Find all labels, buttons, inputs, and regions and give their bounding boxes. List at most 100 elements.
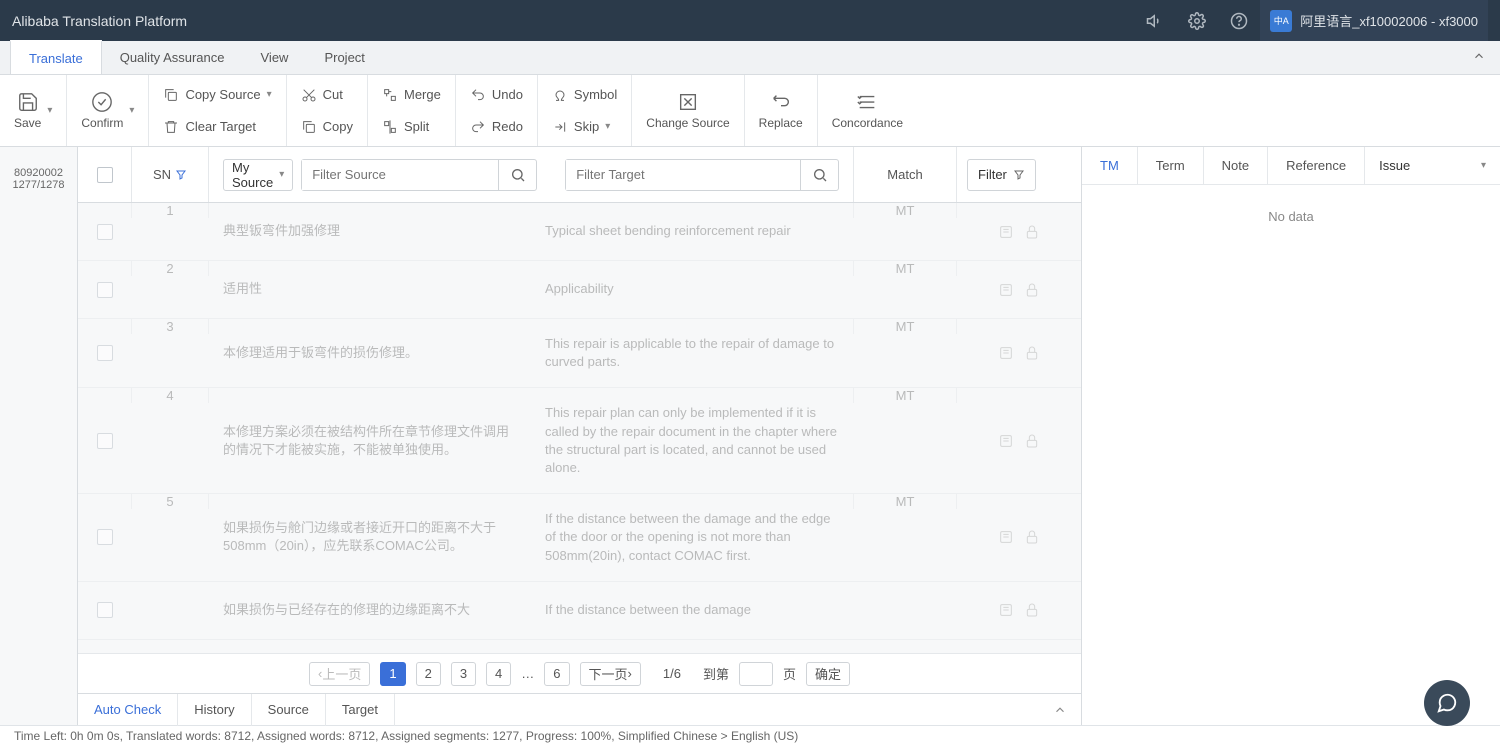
replace-button[interactable]: Replace <box>745 75 818 146</box>
next-page-button[interactable]: 下一页 › <box>580 662 641 686</box>
table-row[interactable]: 如果损伤与已经存在的修理的边缘距离不大 If the distance betw… <box>78 582 1081 640</box>
row-target[interactable]: If the distance between the damage <box>531 582 853 639</box>
search-source-button[interactable] <box>498 160 536 190</box>
row-checkbox[interactable] <box>97 282 113 298</box>
row-checkbox[interactable] <box>97 433 113 449</box>
user-menu[interactable]: 中A 阿里语言_xf10002006 - xf3000 <box>1260 0 1488 41</box>
page-3-button[interactable]: 3 <box>451 662 476 686</box>
concordance-button[interactable]: Concordance <box>818 75 917 146</box>
row-checkbox[interactable] <box>97 224 113 240</box>
tab-target[interactable]: Target <box>326 694 395 726</box>
tab-auto-check[interactable]: Auto Check <box>78 694 178 726</box>
lock-icon[interactable] <box>1024 345 1040 361</box>
note-icon[interactable] <box>998 282 1014 298</box>
source-mode-select[interactable]: My Source▾ <box>223 159 293 191</box>
row-source[interactable]: 本修理适用于钣弯件的损伤修理。 <box>209 319 531 387</box>
menu-project[interactable]: Project <box>306 41 382 75</box>
tab-term[interactable]: Term <box>1138 147 1204 185</box>
lock-icon[interactable] <box>1024 224 1040 240</box>
collapse-bottom-icon[interactable] <box>1053 703 1067 717</box>
chat-fab[interactable] <box>1424 680 1470 726</box>
menu-qa[interactable]: Quality Assurance <box>102 41 243 75</box>
row-source[interactable]: 如果损伤与舱门边缘或者接近开口的距离不大于508mm（20in），应先联系COM… <box>209 494 531 581</box>
row-target[interactable]: If the distance between the damage and t… <box>531 494 853 581</box>
confirm-button[interactable]: Confirm <box>81 91 123 130</box>
lock-icon[interactable] <box>1024 529 1040 545</box>
symbol-button[interactable]: Symbol <box>548 81 621 109</box>
page-last-button[interactable]: 6 <box>544 662 569 686</box>
save-button[interactable]: Save <box>14 91 41 130</box>
copy-source-button[interactable]: Copy Source▾ <box>159 81 275 109</box>
page-2-button[interactable]: 2 <box>416 662 441 686</box>
help-icon[interactable] <box>1218 0 1260 41</box>
save-dropdown-icon[interactable]: ▾ <box>47 105 52 116</box>
row-target[interactable]: Typical sheet bending reinforcement repa… <box>531 203 853 260</box>
page-1-button[interactable]: 1 <box>380 662 405 686</box>
row-source[interactable]: 本修理方案必须在被结构件所在章节修理文件调用的情况下才能被实施，不能被单独使用。 <box>209 388 531 493</box>
table-row[interactable]: 2 适用性 Applicability MT <box>78 261 1081 319</box>
lock-icon[interactable] <box>1024 282 1040 298</box>
note-icon[interactable] <box>998 602 1014 618</box>
sound-icon[interactable] <box>1134 0 1176 41</box>
skip-button[interactable]: Skip▾ <box>548 113 621 141</box>
confirm-dropdown-icon[interactable]: ▾ <box>129 105 134 116</box>
note-icon[interactable] <box>998 224 1014 240</box>
status-text: Time Left: 0h 0m 0s, Translated words: 8… <box>14 729 798 743</box>
copy-button[interactable]: Copy <box>297 113 357 141</box>
tab-tm[interactable]: TM <box>1082 147 1138 185</box>
page-ellipsis: … <box>521 666 534 681</box>
redo-button[interactable]: Redo <box>466 113 527 141</box>
table-row[interactable]: 3 本修理适用于钣弯件的损伤修理。 This repair is applica… <box>78 319 1081 388</box>
row-source[interactable]: 适用性 <box>209 261 531 318</box>
row-source[interactable]: 如果损伤与已经存在的修理的边缘距离不大 <box>209 582 531 639</box>
note-icon[interactable] <box>998 529 1014 545</box>
pagination: ‹ 上一页 1 2 3 4 … 6 下一页 › 1/6 到第 页 确定 <box>78 653 1081 693</box>
page-4-button[interactable]: 4 <box>486 662 511 686</box>
select-all-checkbox[interactable] <box>97 167 113 183</box>
tab-history[interactable]: History <box>178 694 251 726</box>
prev-page-button[interactable]: ‹ 上一页 <box>309 662 370 686</box>
row-target[interactable]: Applicability <box>531 261 853 318</box>
tool-group-symbol: Symbol Skip▾ <box>538 75 632 146</box>
table-row[interactable]: 4 本修理方案必须在被结构件所在章节修理文件调用的情况下才能被实施，不能被单独使… <box>78 388 1081 494</box>
collapse-ribbon-icon[interactable] <box>1472 49 1486 63</box>
undo-button[interactable]: Undo <box>466 81 527 109</box>
settings-icon[interactable] <box>1176 0 1218 41</box>
no-data-label: No data <box>1268 209 1314 224</box>
user-badge-icon: 中A <box>1270 10 1292 32</box>
filter-source-input[interactable] <box>302 160 498 190</box>
page-input[interactable] <box>739 662 773 686</box>
col-sn-header[interactable]: SN <box>131 147 209 202</box>
row-checkbox[interactable] <box>97 529 113 545</box>
menu-view[interactable]: View <box>243 41 307 75</box>
table-row[interactable]: 1 典型钣弯件加强修理 Typical sheet bending reinfo… <box>78 203 1081 261</box>
tab-note[interactable]: Note <box>1204 147 1268 185</box>
row-target[interactable]: This repair is applicable to the repair … <box>531 319 853 387</box>
merge-button[interactable]: Merge <box>378 81 445 109</box>
tab-source[interactable]: Source <box>252 694 326 726</box>
row-target[interactable]: This repair plan can only be implemented… <box>531 388 853 493</box>
go-page-button[interactable]: 确定 <box>806 662 850 686</box>
search-target-button[interactable] <box>800 160 838 190</box>
menu-translate[interactable]: Translate <box>10 40 102 74</box>
filter-target-input[interactable] <box>566 160 800 190</box>
tab-reference[interactable]: Reference <box>1268 147 1365 185</box>
tab-issue[interactable]: Issue▾ <box>1365 158 1500 173</box>
doc-counts: 1277/1278 <box>0 179 77 191</box>
filter-button[interactable]: Filter <box>967 159 1036 191</box>
workspace: 80920002 1277/1278 SN My Source▾ Match <box>0 147 1500 725</box>
change-source-button[interactable]: Change Source <box>632 75 744 146</box>
split-button[interactable]: Split <box>378 113 445 141</box>
cut-button[interactable]: Cut <box>297 81 357 109</box>
row-source[interactable]: 典型钣弯件加强修理 <box>209 203 531 260</box>
note-icon[interactable] <box>998 345 1014 361</box>
row-checkbox[interactable] <box>97 602 113 618</box>
note-icon[interactable] <box>998 433 1014 449</box>
lock-icon[interactable] <box>1024 433 1040 449</box>
grid-body[interactable]: 1 典型钣弯件加强修理 Typical sheet bending reinfo… <box>78 203 1081 653</box>
app-title: Alibaba Translation Platform <box>12 13 187 29</box>
lock-icon[interactable] <box>1024 602 1040 618</box>
clear-target-button[interactable]: Clear Target <box>159 113 275 141</box>
row-checkbox[interactable] <box>97 345 113 361</box>
table-row[interactable]: 5 如果损伤与舱门边缘或者接近开口的距离不大于508mm（20in），应先联系C… <box>78 494 1081 582</box>
